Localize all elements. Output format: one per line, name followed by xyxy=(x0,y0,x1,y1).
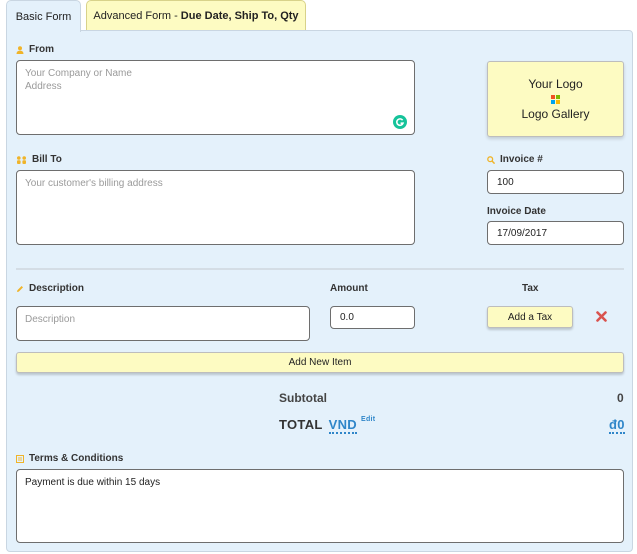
document-icon xyxy=(16,454,24,463)
terms-label: Terms & Conditions xyxy=(29,453,124,464)
tax-header: Tax xyxy=(522,283,539,294)
windows-grid-icon xyxy=(551,95,560,104)
tax-header-label: Tax xyxy=(522,283,539,294)
pencil-icon xyxy=(17,285,23,292)
subtotal-value: 0 xyxy=(617,391,624,405)
invoice-date-label: Invoice Date xyxy=(487,206,546,217)
subtotal-label: Subtotal xyxy=(279,391,327,405)
total-label: TOTAL xyxy=(279,417,323,432)
total-row: TOTAL VND Edit xyxy=(279,416,375,434)
logo-title: Your Logo xyxy=(528,77,583,91)
invoice-date-input[interactable] xyxy=(487,221,624,245)
invoice-number-label: Invoice # xyxy=(500,154,543,165)
total-value-wrap: đ0 xyxy=(609,417,625,434)
description-header-row: Description xyxy=(16,283,84,294)
from-label-row: From xyxy=(16,44,54,55)
tab-basic-form-label: Basic Form xyxy=(15,10,72,23)
tab-advanced-form-detail: Due Date, Ship To, Qty xyxy=(180,10,299,22)
add-new-item-label: Add New Item xyxy=(288,357,352,368)
tab-advanced-form[interactable]: Advanced Form - Due Date, Ship To, Qty xyxy=(86,0,306,31)
logo-upload-box[interactable]: Your Logo Logo Gallery xyxy=(487,61,624,137)
logo-gallery-link[interactable]: Logo Gallery xyxy=(521,107,589,121)
search-icon xyxy=(487,155,495,164)
item-amount-input[interactable] xyxy=(330,306,415,329)
add-tax-button[interactable]: Add a Tax xyxy=(487,306,573,328)
section-divider xyxy=(16,268,624,270)
invoice-date-label-row: Invoice Date xyxy=(487,206,546,217)
amount-header: Amount xyxy=(330,283,368,294)
add-tax-label: Add a Tax xyxy=(507,311,553,323)
grammarly-icon[interactable] xyxy=(393,115,407,129)
bill-to-address-field[interactable] xyxy=(16,170,415,245)
person-icon xyxy=(16,45,24,54)
item-description-field[interactable] xyxy=(16,306,310,341)
from-address-field[interactable] xyxy=(16,60,415,135)
tab-basic-form[interactable]: Basic Form xyxy=(6,0,81,32)
terms-field[interactable]: Payment is due within 15 days xyxy=(16,469,624,543)
bill-to-label: Bill To xyxy=(32,154,62,165)
edit-currency-link[interactable]: Edit xyxy=(361,416,375,423)
invoice-number-input[interactable] xyxy=(487,170,624,194)
add-new-item-button[interactable]: Add New Item xyxy=(16,352,624,373)
delete-item-icon[interactable] xyxy=(596,311,607,322)
currency-selector[interactable]: VND xyxy=(328,417,357,434)
total-value[interactable]: đ0 xyxy=(609,417,625,434)
invoice-number-label-row: Invoice # xyxy=(487,154,543,165)
people-icon xyxy=(17,155,26,164)
amount-header-label: Amount xyxy=(330,283,368,294)
bill-to-label-row: Bill To xyxy=(16,154,62,165)
terms-label-row: Terms & Conditions xyxy=(16,453,123,464)
description-header: Description xyxy=(29,283,85,294)
from-label: From xyxy=(29,44,54,55)
tab-advanced-form-prefix: Advanced Form - xyxy=(93,10,178,22)
